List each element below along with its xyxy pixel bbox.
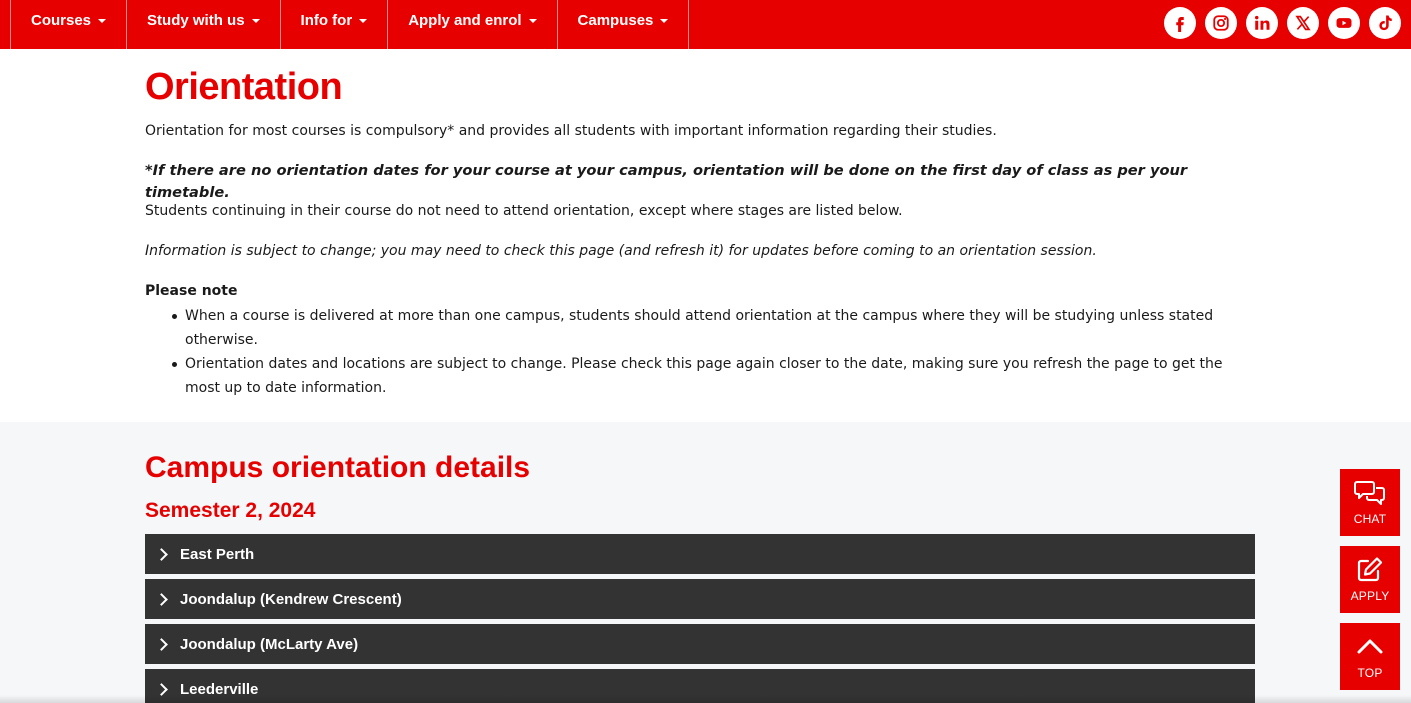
chat-icon <box>1354 481 1385 505</box>
youtube-icon[interactable] <box>1328 7 1360 39</box>
tiktok-icon[interactable] <box>1369 7 1401 39</box>
campus-orientation-section: Campus orientation details Semester 2, 2… <box>0 422 1411 703</box>
accordion-label: Joondalup (Kendrew Crescent) <box>180 590 402 608</box>
chat-label: CHAT <box>1353 512 1387 526</box>
facebook-icon[interactable] <box>1164 7 1196 39</box>
back-to-top-button[interactable]: TOP <box>1340 623 1400 690</box>
notes-list: When a course is delivered at more than … <box>145 304 1260 400</box>
x-icon[interactable] <box>1287 7 1319 39</box>
accordion-item-joondalup-kendrew[interactable]: Joondalup (Kendrew Crescent) <box>145 579 1255 619</box>
page-title: Orientation <box>145 66 343 108</box>
chevron-right-icon <box>155 637 168 651</box>
caret-down-icon <box>359 19 368 23</box>
chat-button[interactable]: CHAT <box>1340 469 1400 536</box>
chevron-right-icon <box>155 682 168 696</box>
nav-item-courses[interactable]: Courses <box>11 0 128 49</box>
intro-paragraph: Orientation for most courses is compulso… <box>145 123 997 139</box>
top-navigation: Courses Study with us Info for Apply and… <box>0 0 1411 49</box>
accordion-label: East Perth <box>180 545 255 563</box>
list-item: When a course is delivered at more than … <box>172 304 1260 352</box>
nav-item-label: Apply and enrol <box>408 12 522 29</box>
continuing-students-paragraph: Students continuing in their course do n… <box>145 203 903 219</box>
top-label: TOP <box>1357 666 1383 680</box>
accordion-item-leederville[interactable]: Leederville <box>145 669 1255 703</box>
list-item: Orientation dates and locations are subj… <box>172 352 1260 400</box>
accordion-label: Leederville <box>180 680 259 698</box>
chevron-up-icon <box>1357 639 1383 654</box>
chevron-right-icon <box>155 592 168 606</box>
caret-down-icon <box>660 19 669 23</box>
accordion-item-east-perth[interactable]: East Perth <box>145 534 1255 574</box>
please-note-heading: Please note <box>145 283 238 299</box>
main-menu: Courses Study with us Info for Apply and… <box>10 0 690 49</box>
social-links <box>1164 7 1401 39</box>
nav-item-study-with-us[interactable]: Study with us <box>127 0 281 49</box>
linkedin-icon[interactable] <box>1246 7 1278 39</box>
accordion-item-joondalup-mclarty[interactable]: Joondalup (McLarty Ave) <box>145 624 1255 664</box>
caret-down-icon <box>98 19 107 23</box>
nav-item-label: Courses <box>31 12 92 29</box>
caret-down-icon <box>251 19 260 23</box>
accordion-label: Joondalup (McLarty Ave) <box>180 635 359 653</box>
semester-heading: Semester 2, 2024 <box>145 499 316 522</box>
nav-item-label: Study with us <box>147 12 245 29</box>
nav-item-label: Info for <box>300 12 353 29</box>
edit-icon <box>1357 557 1383 582</box>
nav-item-info-for[interactable]: Info for <box>281 0 389 49</box>
nav-item-campuses[interactable]: Campuses <box>558 0 690 49</box>
orientation-notice: *If there are no orientation dates for y… <box>145 162 1188 201</box>
instagram-icon[interactable] <box>1205 7 1237 39</box>
floating-actions: CHAT APPLY TOP <box>1340 469 1400 690</box>
section-title: Campus orientation details <box>145 451 531 484</box>
nav-item-label: Campuses <box>577 12 654 29</box>
chevron-right-icon <box>155 547 168 561</box>
campus-accordion: East Perth Joondalup (Kendrew Crescent) … <box>145 534 1255 703</box>
intro-section: Orientation Orientation for most courses… <box>145 62 1260 396</box>
apply-label: APPLY <box>1350 589 1390 603</box>
disclaimer-paragraph: Information is subject to change; you ma… <box>145 243 1097 259</box>
apply-button[interactable]: APPLY <box>1340 546 1400 613</box>
caret-down-icon <box>528 19 537 23</box>
nav-item-apply-and-enrol[interactable]: Apply and enrol <box>388 0 558 49</box>
